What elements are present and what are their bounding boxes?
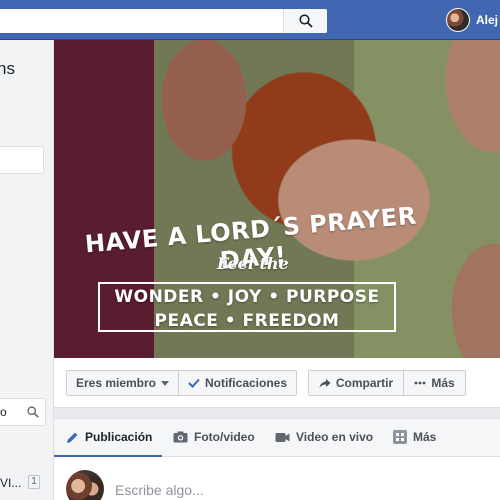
sidebar-field[interactable] — [0, 146, 44, 174]
post-composer: Publicación Foto/video Video en vivo Más… — [54, 418, 500, 500]
cover-headline: HAVE A LORD´S PRAYER DAY! — [83, 201, 418, 275]
sidebar-count-badge: 1 — [28, 475, 40, 489]
active-tab-indicator — [54, 455, 162, 457]
post-text-input[interactable]: Escribe algo... — [115, 482, 204, 498]
tab-more[interactable]: Más — [393, 430, 436, 444]
sidebar-list-item[interactable]: VI... — [0, 476, 21, 490]
ellipsis-icon — [414, 381, 426, 385]
share-arrow-icon — [319, 378, 331, 389]
sidebar-search-text: o — [0, 405, 7, 419]
cover-box-line-2: PEACE • FREEDOM — [154, 311, 340, 331]
search-icon — [27, 406, 39, 418]
group-action-bar: Eres miembro Notificaciones Compartir Má… — [54, 358, 500, 408]
more-label: Más — [431, 376, 455, 390]
sidebar-search-input[interactable]: o — [0, 398, 46, 426]
more-button[interactable]: Más — [403, 370, 466, 396]
profile-link[interactable]: Alej — [446, 8, 498, 32]
share-button[interactable]: Compartir — [308, 370, 404, 396]
notifications-button[interactable]: Notificaciones — [178, 370, 297, 396]
top-navigation-bar: Alej — [0, 0, 500, 40]
grid-icon — [393, 430, 407, 444]
tab-photo-video-label: Foto/video — [194, 430, 255, 444]
left-sidebar: ns o VI... 1 — [0, 40, 54, 500]
tab-photo-video[interactable]: Foto/video — [173, 430, 255, 444]
check-icon — [188, 378, 200, 388]
notifications-label: Notificaciones — [204, 376, 288, 390]
tab-live-video[interactable]: Video en vivo — [275, 430, 373, 444]
cover-text: HAVE A LORD´S PRAYER DAY! Feel the WONDE… — [54, 40, 500, 358]
tab-publication[interactable]: Publicación — [66, 430, 152, 444]
member-button[interactable]: Eres miembro — [66, 370, 179, 396]
video-camera-icon — [275, 432, 290, 443]
avatar — [66, 470, 104, 500]
cover-values-box: WONDER • JOY • PURPOSE PEACE • FREEDOM — [98, 282, 396, 332]
pencil-icon — [66, 431, 79, 444]
cover-subline: Feel the — [217, 254, 289, 273]
cover-photo[interactable]: HAVE A LORD´S PRAYER DAY! Feel the WONDE… — [54, 40, 500, 358]
search-button[interactable] — [283, 9, 327, 33]
search-input[interactable] — [0, 9, 327, 33]
cover-box-line-1: WONDER • JOY • PURPOSE — [114, 287, 380, 307]
member-label: Eres miembro — [75, 376, 157, 390]
caret-down-icon — [161, 380, 170, 386]
avatar — [446, 8, 470, 32]
share-label: Compartir — [335, 376, 394, 390]
tab-more-label: Más — [413, 430, 437, 444]
tab-publication-label: Publicación — [85, 430, 153, 444]
group-title-fragment: ns — [0, 59, 15, 78]
user-name: Alej — [476, 13, 499, 27]
camera-icon — [173, 431, 188, 443]
search-icon — [298, 14, 313, 28]
composer-tabs: Publicación Foto/video Video en vivo Más — [54, 419, 500, 457]
tab-live-video-label: Video en vivo — [296, 430, 374, 444]
